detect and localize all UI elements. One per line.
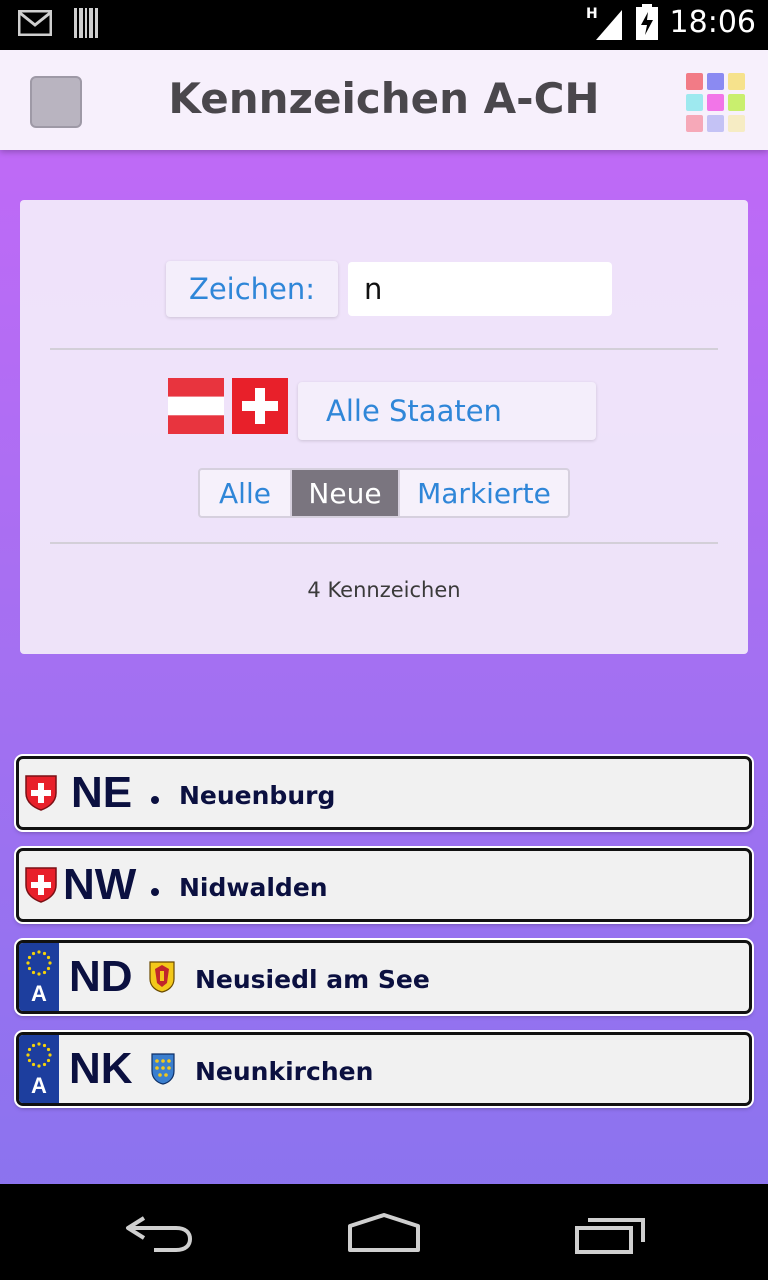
status-time: 18:06 (669, 4, 756, 40)
plate-code: NW (63, 860, 137, 909)
filter-segmented-control: Alle Neue Markierte (198, 468, 570, 518)
plate-code: ND (69, 952, 133, 1001)
eu-stars-icon (26, 1042, 52, 1068)
status-bar: H 18:06 (0, 0, 768, 50)
back-icon[interactable] (124, 1214, 194, 1254)
grid-menu-icon[interactable] (686, 73, 746, 133)
network-label: H (586, 6, 598, 22)
separator-dot (151, 888, 159, 896)
navigation-bar (0, 1184, 768, 1280)
plate-name: Neunkirchen (195, 1057, 374, 1086)
divider (50, 542, 718, 544)
page-title: Kennzeichen A-CH (168, 74, 600, 123)
plate-code: NE (71, 768, 133, 817)
swiss-shield-icon (25, 867, 57, 903)
plate-name: Nidwalden (179, 873, 328, 902)
plate-list-item[interactable]: A NK Neunkirchen (16, 1032, 752, 1106)
segment-markierte[interactable]: Markierte (400, 470, 568, 516)
plate-list-item[interactable]: NE Neuenburg (16, 756, 752, 830)
zeichen-label[interactable]: Zeichen: (166, 261, 338, 317)
result-count: 4 Kennzeichen (307, 578, 461, 602)
segment-alle[interactable]: Alle (200, 470, 292, 516)
swiss-flag-icon[interactable] (232, 378, 288, 434)
segment-neue[interactable]: Neue (292, 470, 400, 516)
plate-code: NK (69, 1044, 133, 1093)
plate-list-item[interactable]: NW Nidwalden (16, 848, 752, 922)
separator-dot (151, 796, 159, 804)
divider (50, 348, 718, 350)
zeichen-input[interactable] (348, 262, 612, 316)
signal-icon: H (586, 6, 622, 40)
barcode-icon (74, 8, 98, 38)
home-icon[interactable] (346, 1212, 422, 1254)
eu-band: A (19, 943, 59, 1011)
recent-apps-icon[interactable] (574, 1216, 646, 1254)
lower-austria-coat-of-arms-icon (151, 1053, 175, 1085)
filter-panel: Zeichen: Alle Staaten Alle Neue Markiert… (20, 200, 748, 654)
plate-name: Neuenburg (179, 781, 336, 810)
action-bar: Kennzeichen A-CH (0, 50, 768, 150)
gmail-icon (18, 10, 52, 36)
eu-band: A (19, 1035, 59, 1103)
battery-charging-icon (635, 4, 658, 40)
burgenland-coat-of-arms-icon (149, 961, 175, 993)
all-states-button[interactable]: Alle Staaten (298, 382, 596, 440)
eu-stars-icon (26, 950, 52, 976)
country-letter: A (31, 1073, 47, 1098)
plate-name: Neusiedl am See (195, 965, 430, 994)
austria-flag-icon[interactable] (168, 378, 224, 434)
swiss-shield-icon (25, 775, 57, 811)
plate-list-item[interactable]: A ND Neusiedl am See (16, 940, 752, 1014)
country-letter: A (31, 981, 47, 1006)
